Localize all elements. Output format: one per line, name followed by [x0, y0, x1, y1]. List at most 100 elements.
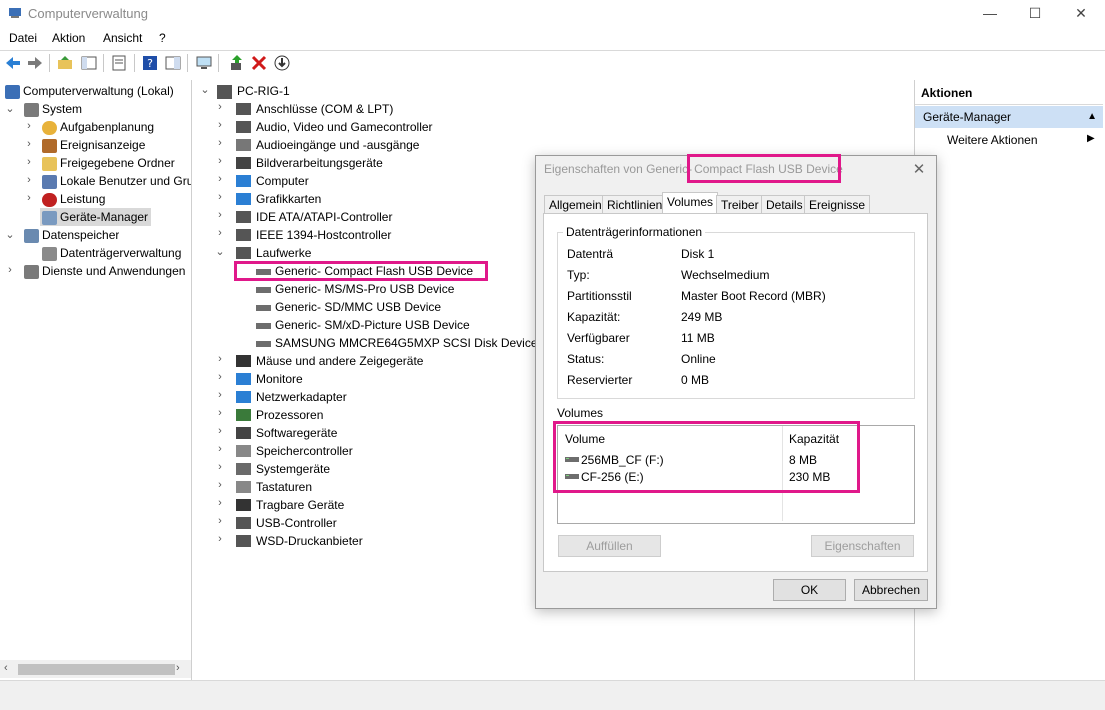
- expand-chevron-icon[interactable]: ⌄: [5, 228, 15, 241]
- submenu-arrow-icon[interactable]: ▶: [1087, 133, 1095, 144]
- collapse-chevron-icon[interactable]: ›: [215, 425, 225, 437]
- tab-ereignisse[interactable]: Ereignisse: [804, 195, 871, 214]
- tree-item-shared-folder[interactable]: Freigegebene Ordner: [60, 154, 175, 172]
- device-category[interactable]: IEEE 1394-Hostcontroller: [256, 226, 391, 244]
- device-category[interactable]: Monitore: [256, 370, 303, 388]
- more-actions-link[interactable]: Weitere Aktionen: [947, 133, 1038, 147]
- monitor-icon[interactable]: [195, 54, 213, 72]
- collapse-chevron-icon[interactable]: ›: [215, 155, 225, 167]
- up-folder-icon[interactable]: [56, 54, 74, 72]
- collapse-chevron-icon[interactable]: ›: [215, 137, 225, 149]
- collapse-chevron-icon[interactable]: ›: [215, 227, 225, 239]
- forward-arrow-icon[interactable]: [26, 54, 44, 72]
- tab-volumes[interactable]: Volumes: [662, 192, 719, 215]
- menu-datei[interactable]: Datei: [9, 31, 37, 45]
- scrollbar-thumb[interactable]: [18, 664, 175, 675]
- device-category[interactable]: Laufwerke: [256, 244, 311, 262]
- tree-item-clock[interactable]: Aufgabenplanung: [60, 118, 154, 136]
- collapse-chevron-icon[interactable]: ›: [215, 371, 225, 383]
- dialog-close-icon[interactable]: ✕: [910, 160, 928, 178]
- device-category[interactable]: IDE ATA/ATAPI-Controller: [256, 208, 392, 226]
- collapse-up-icon[interactable]: ▲: [1087, 106, 1097, 128]
- actions-section-geraete-manager[interactable]: Geräte-Manager ▲: [915, 106, 1103, 128]
- collapse-chevron-icon[interactable]: ›: [215, 353, 225, 365]
- collapse-chevron-icon[interactable]: ›: [24, 156, 34, 168]
- collapse-chevron-icon[interactable]: ›: [215, 119, 225, 131]
- tree-item-system-tools[interactable]: System: [42, 100, 82, 118]
- scroll-right-icon[interactable]: ›: [176, 662, 180, 674]
- cancel-button[interactable]: Abbrechen: [854, 579, 928, 601]
- device-category[interactable]: Grafikkarten: [256, 190, 321, 208]
- menu-aktion[interactable]: Aktion: [52, 31, 85, 45]
- tree-item-event-viewer[interactable]: Ereignisanzeige: [60, 136, 145, 154]
- scroll-left-icon[interactable]: ‹: [4, 662, 8, 674]
- tab-treiber[interactable]: Treiber: [716, 195, 764, 214]
- collapse-chevron-icon[interactable]: ›: [215, 209, 225, 221]
- volume-properties-button[interactable]: Eigenschaften: [811, 535, 914, 557]
- device-category[interactable]: USB-Controller: [256, 514, 337, 532]
- drive-device-item[interactable]: Generic- MS/MS-Pro USB Device: [275, 280, 454, 298]
- maximize-button[interactable]: ☐: [1025, 4, 1045, 22]
- collapse-chevron-icon[interactable]: ›: [215, 191, 225, 203]
- collapse-chevron-icon[interactable]: ›: [215, 389, 225, 401]
- properties-icon[interactable]: [110, 54, 128, 72]
- collapse-chevron-icon[interactable]: ›: [215, 497, 225, 509]
- tree-item-computer-management[interactable]: Computerverwaltung (Lokal): [23, 82, 174, 100]
- tree-item-performance[interactable]: Leistung: [60, 190, 105, 208]
- tree-item-services[interactable]: Dienste und Anwendungen: [42, 262, 185, 280]
- tab-richtlinien[interactable]: Richtlinien: [602, 195, 668, 214]
- device-category[interactable]: Tastaturen: [256, 478, 312, 496]
- menu-ansicht[interactable]: Ansicht: [103, 31, 142, 45]
- collapse-chevron-icon[interactable]: ›: [215, 407, 225, 419]
- tab-details[interactable]: Details: [761, 195, 808, 214]
- collapse-chevron-icon[interactable]: ›: [24, 174, 34, 186]
- device-category[interactable]: Speichercontroller: [256, 442, 353, 460]
- collapse-chevron-icon[interactable]: ›: [24, 138, 34, 150]
- collapse-chevron-icon[interactable]: ›: [215, 533, 225, 545]
- collapse-chevron-icon[interactable]: ›: [5, 264, 15, 276]
- fill-button[interactable]: Auffüllen: [558, 535, 661, 557]
- device-category[interactable]: Softwaregeräte: [256, 424, 337, 442]
- download-icon[interactable]: [273, 54, 291, 72]
- close-button[interactable]: ✕: [1071, 4, 1091, 22]
- device-category[interactable]: Audioeingänge und -ausgänge: [256, 136, 419, 154]
- drive-device-item[interactable]: Generic- SM/xD-Picture USB Device: [275, 316, 470, 334]
- minimize-button[interactable]: —: [980, 4, 1000, 22]
- back-arrow-icon[interactable]: [4, 54, 22, 72]
- tab-allgemein[interactable]: Allgemein: [544, 195, 607, 214]
- collapse-chevron-icon[interactable]: ›: [215, 461, 225, 473]
- menu-help[interactable]: ?: [159, 31, 166, 45]
- device-category[interactable]: Netzwerkadapter: [256, 388, 347, 406]
- collapse-chevron-icon[interactable]: ›: [215, 515, 225, 527]
- tree-item-storage[interactable]: Datenspeicher: [42, 226, 119, 244]
- collapse-chevron-icon[interactable]: ›: [215, 173, 225, 185]
- console-tree-icon[interactable]: [80, 54, 98, 72]
- device-category[interactable]: Mäuse und andere Zeigegeräte: [256, 352, 423, 370]
- device-category[interactable]: Computer: [256, 172, 309, 190]
- collapse-chevron-icon[interactable]: ›: [24, 120, 34, 132]
- drive-device-item[interactable]: SAMSUNG MMCRE64G5MXP SCSI Disk Device: [275, 334, 538, 352]
- ok-button[interactable]: OK: [773, 579, 846, 601]
- device-category[interactable]: Prozessoren: [256, 406, 323, 424]
- expand-chevron-icon[interactable]: ⌄: [215, 245, 225, 258]
- device-category[interactable]: WSD-Druckanbieter: [256, 532, 363, 550]
- tree-root-computer[interactable]: PC-RIG-1: [237, 82, 290, 100]
- collapse-chevron-icon[interactable]: ›: [215, 101, 225, 113]
- device-category[interactable]: Tragbare Geräte: [256, 496, 344, 514]
- show-hide-action-pane-icon[interactable]: [164, 54, 182, 72]
- expand-chevron-icon[interactable]: ⌄: [5, 102, 15, 115]
- drive-device-item[interactable]: Generic- SD/MMC USB Device: [275, 298, 441, 316]
- tree-item-disk-management[interactable]: Datenträgerverwaltung: [60, 244, 181, 262]
- tree-item-users[interactable]: Lokale Benutzer und Gru: [60, 172, 191, 190]
- expand-chevron-icon[interactable]: ⌄: [200, 83, 210, 96]
- device-category[interactable]: Bildverarbeitungsgeräte: [256, 154, 383, 172]
- uninstall-x-icon[interactable]: [250, 54, 268, 72]
- help-icon[interactable]: ?: [141, 54, 159, 72]
- device-category[interactable]: Anschlüsse (COM & LPT): [256, 100, 393, 118]
- update-driver-icon[interactable]: [228, 54, 246, 72]
- device-category[interactable]: Systemgeräte: [256, 460, 330, 478]
- collapse-chevron-icon[interactable]: ›: [215, 479, 225, 491]
- collapse-chevron-icon[interactable]: ›: [24, 192, 34, 204]
- device-category[interactable]: Audio, Video und Gamecontroller: [256, 118, 433, 136]
- collapse-chevron-icon[interactable]: ›: [215, 443, 225, 455]
